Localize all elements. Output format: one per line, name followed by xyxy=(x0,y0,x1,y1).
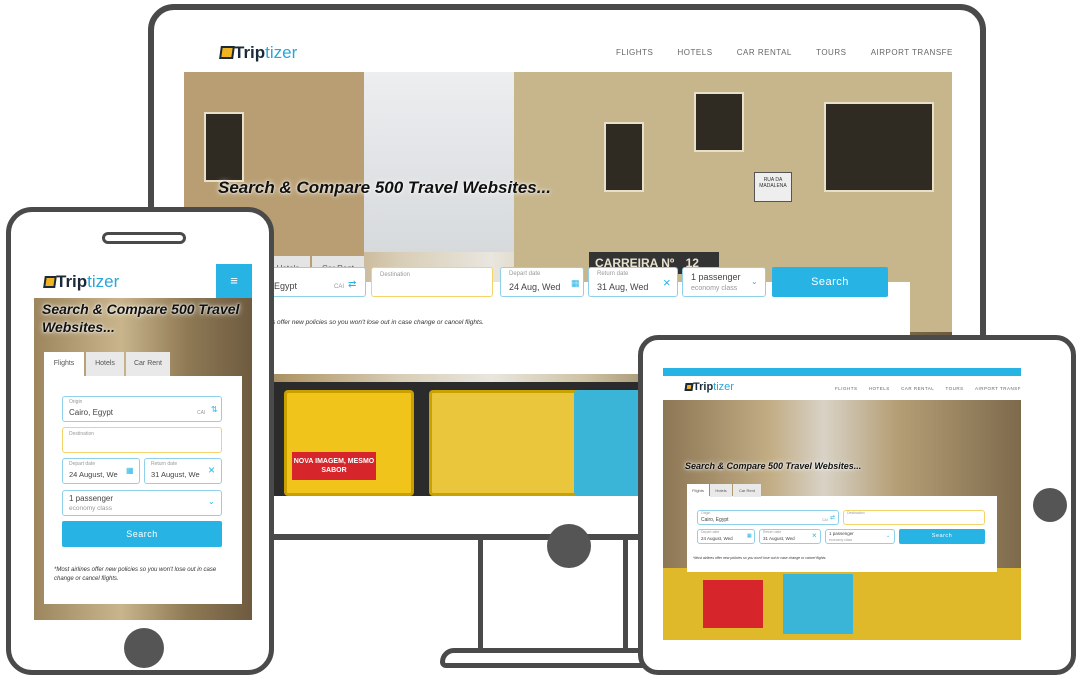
tablet-origin-field[interactable]: Origin Cairo, Egypt CAI ⇄ xyxy=(697,510,839,525)
desktop-note: s offer new policies so you won't lose o… xyxy=(272,319,484,326)
mobile-note: *Most airlines offer new policies so you… xyxy=(54,567,217,582)
desktop-header: Triptizer FLIGHTS HOTELS CAR RENTAL TOUR… xyxy=(184,35,952,72)
monitor-power-button[interactable] xyxy=(547,524,591,568)
mobile-destination-field[interactable]: Destination xyxy=(62,427,222,453)
swap-icon[interactable]: ⇄ xyxy=(348,279,356,290)
nav-airport-transfers[interactable]: AIRPORT TRANSFERS xyxy=(871,48,952,57)
nav-tours[interactable]: TOURS xyxy=(816,48,846,57)
mobile-logo[interactable]: Triptizer xyxy=(43,272,119,292)
nav-hotels[interactable]: HOTELS xyxy=(678,48,713,57)
chevron-down-icon: ⌄ xyxy=(751,277,758,286)
nav-hotels[interactable]: HOTELS xyxy=(869,386,890,391)
sign-rua: RUA DA MADALENA xyxy=(754,172,792,202)
desktop-destination-field[interactable]: Destination xyxy=(371,267,493,297)
desktop-logo[interactable]: Triptizer xyxy=(219,43,297,63)
tablet-destination-field[interactable]: Destination xyxy=(843,510,985,525)
logo-icon xyxy=(684,383,694,391)
tram-ad: NOVA IMAGEM, MESMO SABOR xyxy=(292,452,376,480)
tablet-tab-hotels[interactable]: Hotels xyxy=(710,484,732,497)
mobile-headline: Search & Compare 500 Travel Websites... xyxy=(42,301,240,335)
swap-icon[interactable]: ⇄ xyxy=(830,514,835,521)
tablet-tab-flights[interactable]: Flights xyxy=(687,484,709,497)
tablet-note: *Most airlines offer new policies so you… xyxy=(693,556,827,560)
mobile-return-field[interactable]: Return date 31 August, We × xyxy=(144,458,222,484)
nav-tours[interactable]: TOURS xyxy=(946,386,964,391)
tablet-headline: Search & Compare 500 Travel Websites... xyxy=(685,461,862,471)
chevron-down-icon: ⌄ xyxy=(208,497,215,506)
swap-icon[interactable]: ⇅ xyxy=(211,405,218,414)
tablet-depart-field[interactable]: Depart date 24 August, Wed ▦ xyxy=(697,529,755,544)
desktop-headline: Search & Compare 500 Travel Websites... xyxy=(218,178,551,197)
hamburger-menu-button[interactable]: ≡ xyxy=(216,264,252,298)
tablet-logo[interactable]: Triptizer xyxy=(684,381,734,393)
tablet-return-field[interactable]: Return date 31 August, Wed × xyxy=(759,529,821,544)
tram-left xyxy=(284,390,414,496)
calendar-icon[interactable]: ▦ xyxy=(747,533,752,539)
monitor-base xyxy=(440,648,668,668)
tablet-passenger-select[interactable]: 1 passenger economy class ⌄ xyxy=(825,529,895,544)
clear-return-icon[interactable]: × xyxy=(208,463,215,477)
nav-car-rental[interactable]: CAR RENTAL xyxy=(737,48,792,57)
phone-home-button[interactable] xyxy=(124,628,164,668)
desktop-search-button[interactable]: Search xyxy=(772,267,888,297)
nav-car-rental[interactable]: CAR RENTAL xyxy=(901,386,934,391)
desktop-nav: FLIGHTS HOTELS CAR RENTAL TOURS AIRPORT … xyxy=(616,48,952,57)
tablet-nav: FLIGHTS HOTELS CAR RENTAL TOURS AIRPORT … xyxy=(835,386,1021,391)
tablet-search-button[interactable]: Search xyxy=(899,529,985,544)
mobile-tab-car-rent[interactable]: Car Rent xyxy=(126,352,170,376)
phone-speaker xyxy=(102,232,186,244)
calendar-icon[interactable]: ▦ xyxy=(571,278,580,289)
mobile-tab-flights[interactable]: Flights xyxy=(44,352,84,376)
mobile-passenger-select[interactable]: 1 passenger economy class ⌄ xyxy=(62,490,222,516)
desktop-return-field[interactable]: Return date 31 Aug, Wed × xyxy=(588,267,678,297)
mobile-depart-field[interactable]: Depart date 24 August, We ▦ xyxy=(62,458,140,484)
mobile-search-button[interactable]: Search xyxy=(62,521,222,547)
nav-airport-transfers[interactable]: AIRPORT TRANSFERS xyxy=(975,386,1021,391)
clear-return-icon[interactable]: × xyxy=(663,275,671,290)
mobile-screen: Triptizer ≡ Search & Compare 500 Travel … xyxy=(34,264,252,620)
calendar-icon[interactable]: ▦ xyxy=(126,466,134,475)
desktop-passenger-select[interactable]: 1 passenger economy class ⌄ xyxy=(682,267,766,297)
nav-flights[interactable]: FLIGHTS xyxy=(835,386,858,391)
nav-flights[interactable]: FLIGHTS xyxy=(616,48,653,57)
chevron-down-icon: ⌄ xyxy=(886,533,891,539)
tablet-screen: Triptizer FLIGHTS HOTELS CAR RENTAL TOUR… xyxy=(663,368,1021,640)
mobile-origin-field[interactable]: Origin Cairo, Egypt CAI ⇅ xyxy=(62,396,222,422)
tablet-tab-car-rent[interactable]: Car Rent xyxy=(733,484,761,497)
logo-icon xyxy=(43,276,57,288)
tablet-home-button[interactable] xyxy=(1033,488,1067,522)
mobile-tab-hotels[interactable]: Hotels xyxy=(86,352,124,376)
desktop-depart-field[interactable]: Depart date 24 Aug, Wed ▦ xyxy=(500,267,584,297)
clear-return-icon[interactable]: × xyxy=(812,531,817,540)
logo-icon xyxy=(219,46,235,59)
